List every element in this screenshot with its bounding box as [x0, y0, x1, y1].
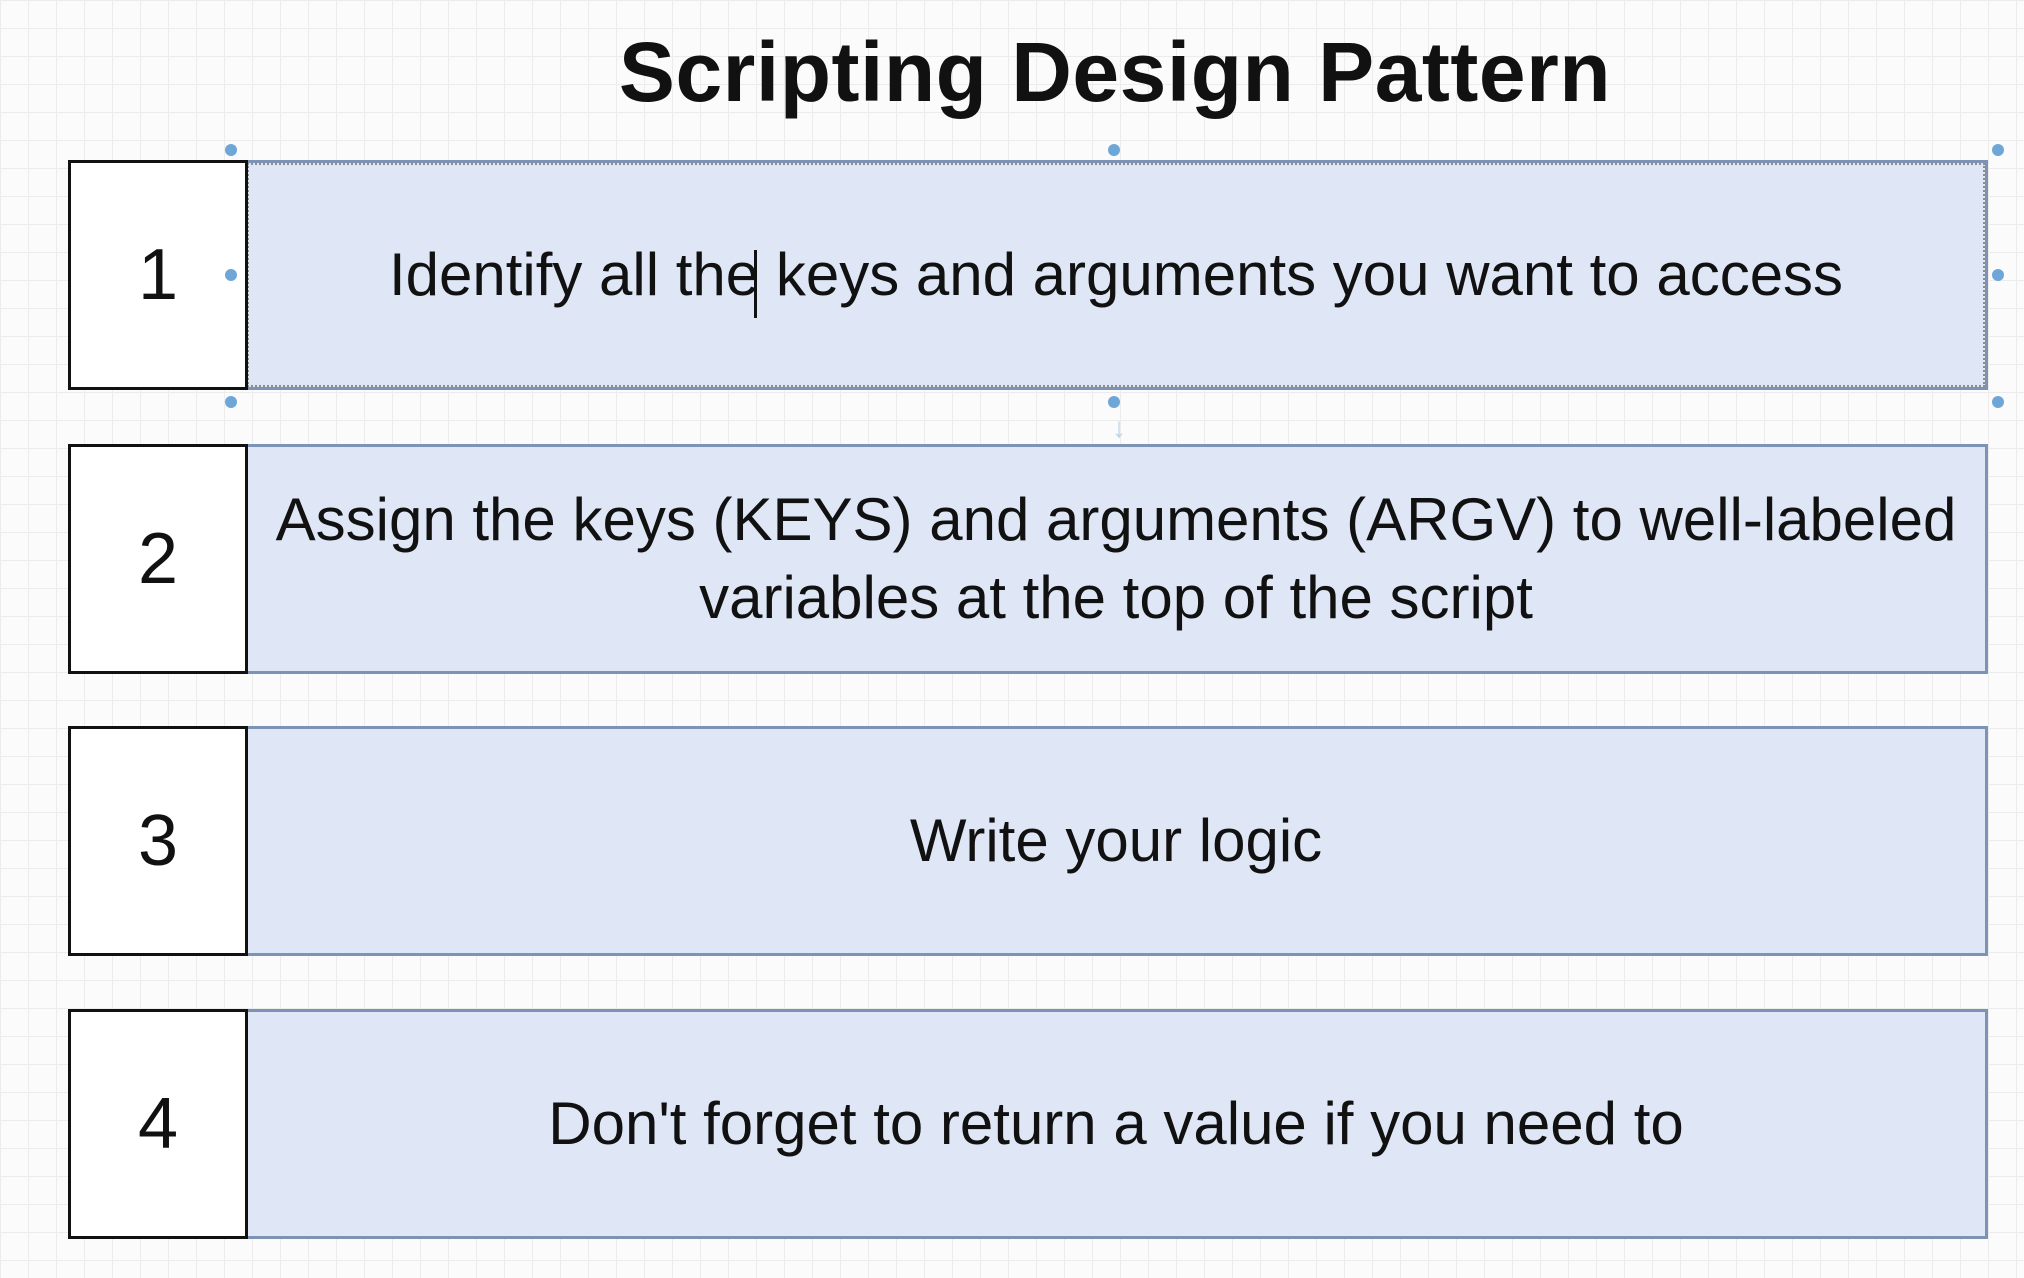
- step-text-box[interactable]: Identify all the keys and arguments you …: [244, 160, 1988, 390]
- step-number-box: 1: [68, 160, 248, 390]
- text-cursor-icon: [754, 250, 757, 318]
- resize-handle-bottom-right[interactable]: [1992, 396, 2004, 408]
- resize-handle-middle-right[interactable]: [1992, 269, 2004, 281]
- resize-handle-top-center[interactable]: [1108, 144, 1120, 156]
- step-text: Assign the keys (KEYS) and arguments (AR…: [275, 486, 1957, 631]
- step-number-box: 3: [68, 726, 248, 956]
- step-text-box[interactable]: Assign the keys (KEYS) and arguments (AR…: [244, 444, 1988, 674]
- step-text: Write your logic: [909, 807, 1323, 874]
- resize-handle-top-right[interactable]: [1992, 144, 2004, 156]
- step-number-box: 4: [68, 1009, 248, 1239]
- step-2[interactable]: 2 Assign the keys (KEYS) and arguments (…: [68, 444, 1988, 674]
- diagram-canvas[interactable]: Scripting Design Pattern 1 Identify all …: [0, 0, 2024, 1278]
- step-number-box: 2: [68, 444, 248, 674]
- resize-handle-bottom-center[interactable]: [1108, 396, 1120, 408]
- resize-handle-top-left[interactable]: [225, 144, 237, 156]
- step-text-box[interactable]: Write your logic: [244, 726, 1988, 956]
- resize-handle-middle-left[interactable]: [225, 269, 237, 281]
- arrow-down-icon[interactable]: ↓: [1112, 414, 1126, 444]
- step-text: Don't forget to return a value if you ne…: [548, 1090, 1684, 1157]
- step-3[interactable]: 3 Write your logic: [68, 726, 1988, 956]
- page-title: Scripting Design Pattern: [618, 25, 1612, 119]
- step-4[interactable]: 4 Don't forget to return a value if you …: [68, 1009, 1988, 1239]
- step-text: Identify all the keys and arguments you …: [388, 241, 1844, 308]
- step-text-box[interactable]: Don't forget to return a value if you ne…: [244, 1009, 1988, 1239]
- resize-handle-bottom-left[interactable]: [225, 396, 237, 408]
- step-1[interactable]: 1 Identify all the keys and arguments yo…: [68, 160, 1988, 390]
